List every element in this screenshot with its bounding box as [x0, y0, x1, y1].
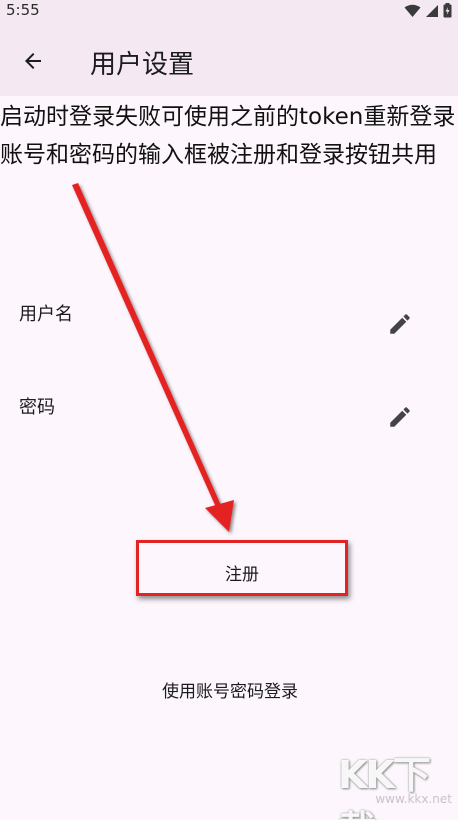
status-time: 5:55 [6, 1, 40, 19]
back-button[interactable] [12, 40, 54, 82]
username-label: 用户名 [19, 304, 73, 325]
edit-icon [390, 314, 410, 334]
status-icons [404, 3, 452, 18]
login-with-account-button[interactable]: 使用账号密码登录 [120, 674, 340, 704]
annotation-text: 启动时登录失败可使用之前的token重新登录 账号和密码的输入框被注册和登录按钮… [0, 104, 456, 168]
register-button[interactable]: 注册 [139, 543, 345, 593]
watermark-logo: KK下载 [338, 753, 431, 820]
username-edit-button[interactable] [382, 306, 418, 342]
status-bar: 5:55 [0, 0, 458, 22]
password-label: 密码 [19, 397, 55, 418]
register-highlight-box: 注册 [136, 540, 348, 596]
page-title: 用户设置 [90, 50, 195, 80]
watermark: KK下载 www.kkx.net [338, 744, 456, 820]
username-setting-row[interactable]: 用户名 [0, 300, 458, 360]
watermark-url: www.kkx.net [375, 792, 452, 806]
battery-icon [443, 3, 452, 18]
arrow-back-icon [25, 53, 41, 69]
app-bar: 用户设置 [0, 22, 458, 96]
wifi-icon [404, 4, 421, 17]
password-edit-button[interactable] [382, 399, 418, 435]
signal-icon [426, 4, 438, 17]
edit-icon [390, 407, 410, 427]
password-setting-row[interactable]: 密码 [0, 393, 458, 453]
